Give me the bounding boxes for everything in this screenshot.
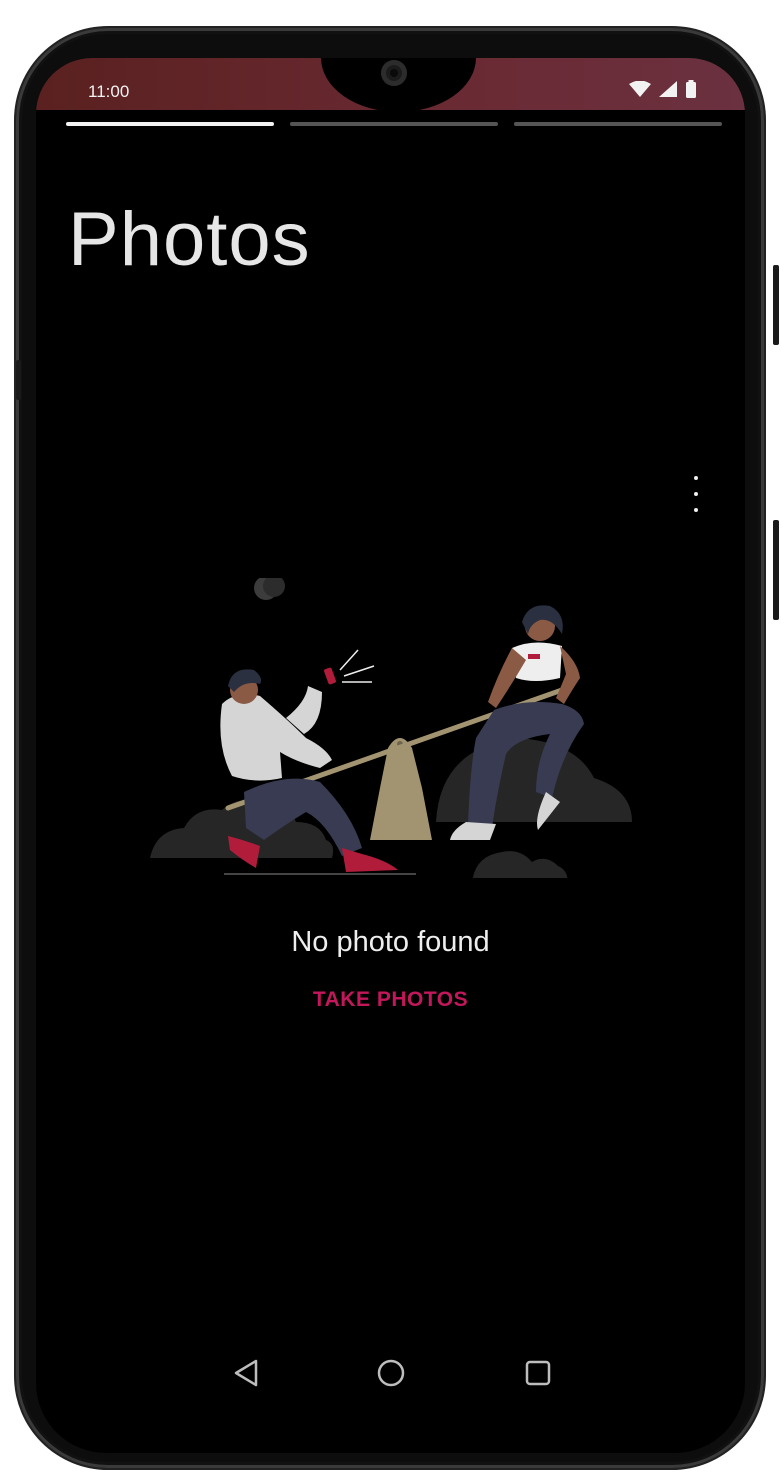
navigation-bar xyxy=(36,1358,745,1418)
more-options-icon[interactable] xyxy=(689,476,703,512)
battery-icon xyxy=(686,80,696,98)
take-photos-button[interactable]: TAKE PHOTOS xyxy=(36,988,745,1012)
home-icon[interactable] xyxy=(376,1358,406,1388)
status-time: 11:00 xyxy=(88,82,130,101)
page-title: Photos xyxy=(68,197,311,282)
story-progress-segment-3 xyxy=(514,122,722,126)
story-progress-segment-2 xyxy=(290,122,498,126)
empty-state-message: No photo found xyxy=(291,926,490,958)
volume-button xyxy=(773,520,779,620)
seesaw-illustration xyxy=(150,578,632,878)
recents-icon[interactable] xyxy=(524,1358,552,1388)
wifi-icon xyxy=(629,81,651,97)
story-progress-segment-1 xyxy=(66,122,274,126)
back-icon[interactable] xyxy=(232,1358,260,1388)
screen: 11:00 Photos No photo found TAKE PHOTOS xyxy=(36,58,745,1453)
alert-slider xyxy=(16,360,21,400)
front-camera xyxy=(381,60,407,86)
power-button xyxy=(773,265,779,345)
status-icons xyxy=(629,80,697,98)
cellular-signal-icon xyxy=(659,81,677,97)
